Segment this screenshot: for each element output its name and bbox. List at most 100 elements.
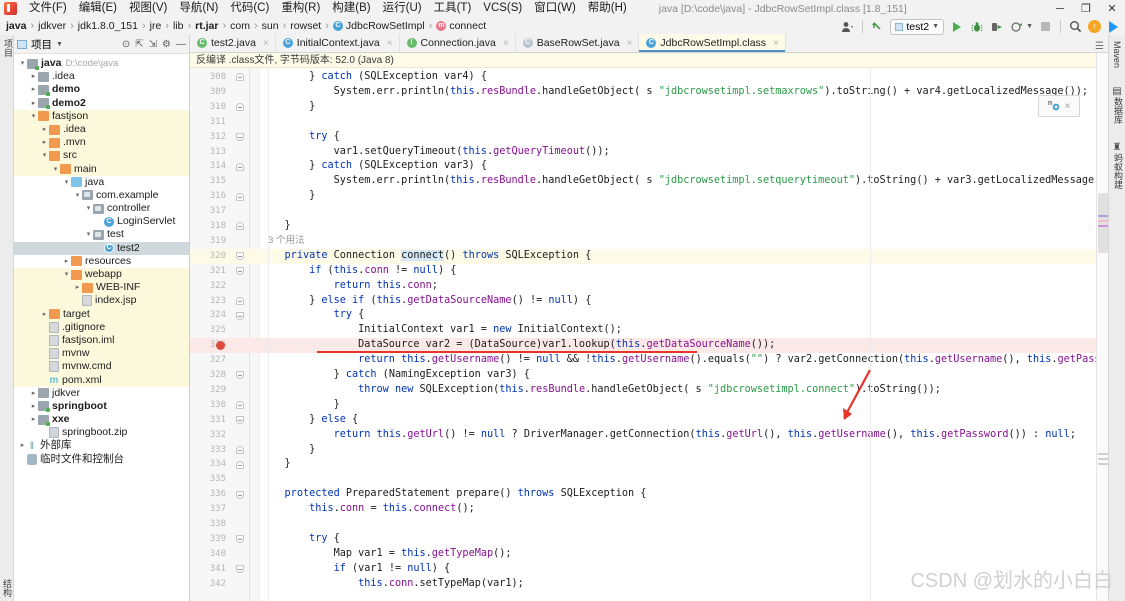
marker-usage[interactable] xyxy=(1098,215,1108,217)
tree-item-loginservlet[interactable]: C LoginServlet xyxy=(14,215,189,228)
code-fold-end-icon[interactable] xyxy=(234,457,245,472)
code-fold-collapse-icon[interactable] xyxy=(234,532,245,547)
run-icon[interactable] xyxy=(949,19,964,34)
chevron-down-icon[interactable]: ▾ xyxy=(29,110,38,123)
chevron-down-icon[interactable]: ▾ xyxy=(84,202,93,215)
tree-item-springboot-zip[interactable]: springboot.zip xyxy=(14,426,189,439)
menu-item-7[interactable]: 运行(U) xyxy=(377,0,428,17)
chevron-down-icon[interactable]: ▾ xyxy=(84,228,93,241)
chevron-down-icon[interactable]: ▾ xyxy=(62,268,71,281)
tab-close-icon[interactable]: × xyxy=(263,38,269,49)
user-profile-icon[interactable] xyxy=(840,19,855,34)
breadcrumb-item-rt-jar[interactable]: rt.jar xyxy=(193,20,220,32)
chevron-right-icon[interactable]: ▸ xyxy=(29,413,38,426)
chevron-down-icon[interactable]: ▾ xyxy=(51,163,60,176)
close-button[interactable]: ✕ xyxy=(1099,0,1125,17)
code-fold-collapse-icon[interactable] xyxy=(234,308,245,323)
tree-item-fastjson[interactable]: ▾ fastjson xyxy=(14,109,189,123)
tree-item-test[interactable]: ▾ test xyxy=(14,228,189,241)
run-configuration-selector[interactable]: test2 ▼ xyxy=(890,18,945,35)
decompiler-popup[interactable]: m × xyxy=(1038,95,1080,117)
marker-usage-2[interactable] xyxy=(1098,225,1108,227)
chevron-right-icon[interactable]: ▸ xyxy=(40,308,49,321)
chevron-right-icon[interactable]: ▸ xyxy=(73,281,82,294)
tree-item-controller[interactable]: ▾ controller xyxy=(14,202,189,215)
tab-close-icon[interactable]: × xyxy=(627,38,633,49)
right-rail-label-数据库[interactable]: 数据库 xyxy=(1112,97,1125,124)
code-fold-end-icon[interactable] xyxy=(234,219,245,234)
database-icon[interactable]: ▤ xyxy=(1109,86,1125,97)
chevron-right-icon[interactable]: ▸ xyxy=(29,97,38,110)
tree-item--[interactable]: ▸ ‖ 外部库 xyxy=(14,439,189,452)
tree-item-springboot[interactable]: ▸ springboot xyxy=(14,400,189,413)
search-everywhere-icon[interactable] xyxy=(1068,19,1083,34)
chevron-right-icon[interactable]: ▸ xyxy=(40,136,49,149)
chevron-right-icon[interactable]: ▸ xyxy=(62,255,71,268)
editor-scrollbar-thumb[interactable] xyxy=(1098,193,1108,253)
minimize-button[interactable]: ─ xyxy=(1047,0,1073,17)
tree-item-mvnw[interactable]: mvnw xyxy=(14,347,189,361)
tree-item-demo[interactable]: ▸ demo xyxy=(14,83,189,96)
code-fold-end-icon[interactable] xyxy=(234,294,245,309)
breadcrumb-item-sun[interactable]: sun xyxy=(260,20,281,32)
tree-item--gitignore[interactable]: .gitignore xyxy=(14,320,189,334)
breadcrumb-item-lib[interactable]: lib xyxy=(171,20,186,32)
tree-item-resources[interactable]: ▸ resources xyxy=(14,255,189,268)
ant-build-icon[interactable]: ♜ xyxy=(1109,142,1125,153)
chevron-right-icon[interactable]: ▸ xyxy=(29,83,38,96)
chevron-down-icon[interactable]: ▾ xyxy=(18,57,27,70)
hide-icon[interactable]: — xyxy=(176,39,186,50)
rail-label-structure[interactable]: 结构 xyxy=(1,579,14,597)
tree-item-pom-xml[interactable]: m pom.xml xyxy=(14,373,189,387)
editor-code[interactable]: } catch (SQLException var4) { System.err… xyxy=(260,68,1110,601)
tree-item-com-example[interactable]: ▾ com.example xyxy=(14,189,189,202)
menu-item-0[interactable]: 文件(F) xyxy=(23,0,73,17)
main-menu[interactable]: 文件(F) 编辑(E) 视图(V) 导航(N) 代码(C) 重构(R) 构建(B) 运行(U)… xyxy=(23,0,633,17)
code-fold-collapse-icon[interactable] xyxy=(234,487,245,502)
debug-icon[interactable] xyxy=(969,19,984,34)
chevron-down-icon[interactable]: ▾ xyxy=(62,176,71,189)
tree-item--idea[interactable]: ▸ .idea xyxy=(14,70,189,83)
breadcrumb-item-rowset[interactable]: rowset xyxy=(288,20,323,32)
chevron-down-icon[interactable]: ▼ xyxy=(56,41,63,48)
code-fold-end-icon[interactable] xyxy=(234,100,245,115)
marker-misc-2[interactable] xyxy=(1098,458,1108,460)
chevron-down-icon[interactable]: ▾ xyxy=(40,149,49,162)
menu-item-9[interactable]: VCS(S) xyxy=(477,0,528,17)
usage-hint[interactable]: 3 个用法 xyxy=(260,234,1110,249)
profiler-icon[interactable] xyxy=(1009,19,1024,34)
menu-item-4[interactable]: 代码(C) xyxy=(224,0,275,17)
undo-arrow-icon[interactable] xyxy=(870,19,885,34)
code-fold-end-icon[interactable] xyxy=(234,398,245,413)
breadcrumb-item-jre[interactable]: jre xyxy=(148,20,164,32)
expand-all-icon[interactable]: ⇱ xyxy=(135,39,143,50)
tree-item-src[interactable]: ▾ src xyxy=(14,149,189,163)
editor-tab-baserowset-java[interactable]: C BaseRowSet.java × xyxy=(516,34,640,52)
tree-item-java[interactable]: ▾ java D:\code\java xyxy=(14,57,189,70)
breadcrumb-item-jdk1-8-0_151[interactable]: jdk1.8.0_151 xyxy=(76,20,140,32)
chevron-right-icon[interactable]: ▸ xyxy=(29,387,38,400)
settings-gear-icon[interactable]: ⚙ xyxy=(162,39,171,50)
close-icon[interactable]: × xyxy=(1065,101,1071,112)
code-fold-end-icon[interactable] xyxy=(234,70,245,85)
code-fold-collapse-icon[interactable] xyxy=(234,264,245,279)
right-rail-label-蚂蚁构建[interactable]: 蚂蚁构建 xyxy=(1112,153,1125,189)
update-project-icon[interactable]: ↑ xyxy=(1088,20,1101,33)
tree-item-index-jsp[interactable]: index.jsp xyxy=(14,294,189,308)
tree-item-target[interactable]: ▸ target xyxy=(14,307,189,321)
tab-close-icon[interactable]: × xyxy=(503,38,509,49)
decompiler-settings-icon[interactable]: m xyxy=(1048,98,1061,114)
menu-item-1[interactable]: 编辑(E) xyxy=(73,0,123,17)
project-tree[interactable]: ▾ java D:\code\java ▸ .idea ▸ demo ▸ demo2 ▾ fastj… xyxy=(14,54,189,466)
code-fold-collapse-icon[interactable] xyxy=(234,562,245,577)
chevron-right-icon[interactable]: ▸ xyxy=(29,70,38,83)
editor-tab-test2-java[interactable]: Ctest2.java × xyxy=(190,34,276,52)
menu-item-11[interactable]: 帮助(H) xyxy=(582,0,633,17)
tree-item-webapp[interactable]: ▾ webapp xyxy=(14,268,189,282)
tree-item--mvn[interactable]: ▸ .mvn xyxy=(14,136,189,150)
code-fold-end-icon[interactable] xyxy=(234,159,245,174)
code-fold-end-icon[interactable] xyxy=(234,443,245,458)
tree-item-web-inf[interactable]: ▸ WEB-INF xyxy=(14,281,189,295)
editor-tab-initialcontext-java[interactable]: C InitialContext.java × xyxy=(276,34,400,52)
tree-item-java[interactable]: ▾ java xyxy=(14,176,189,189)
